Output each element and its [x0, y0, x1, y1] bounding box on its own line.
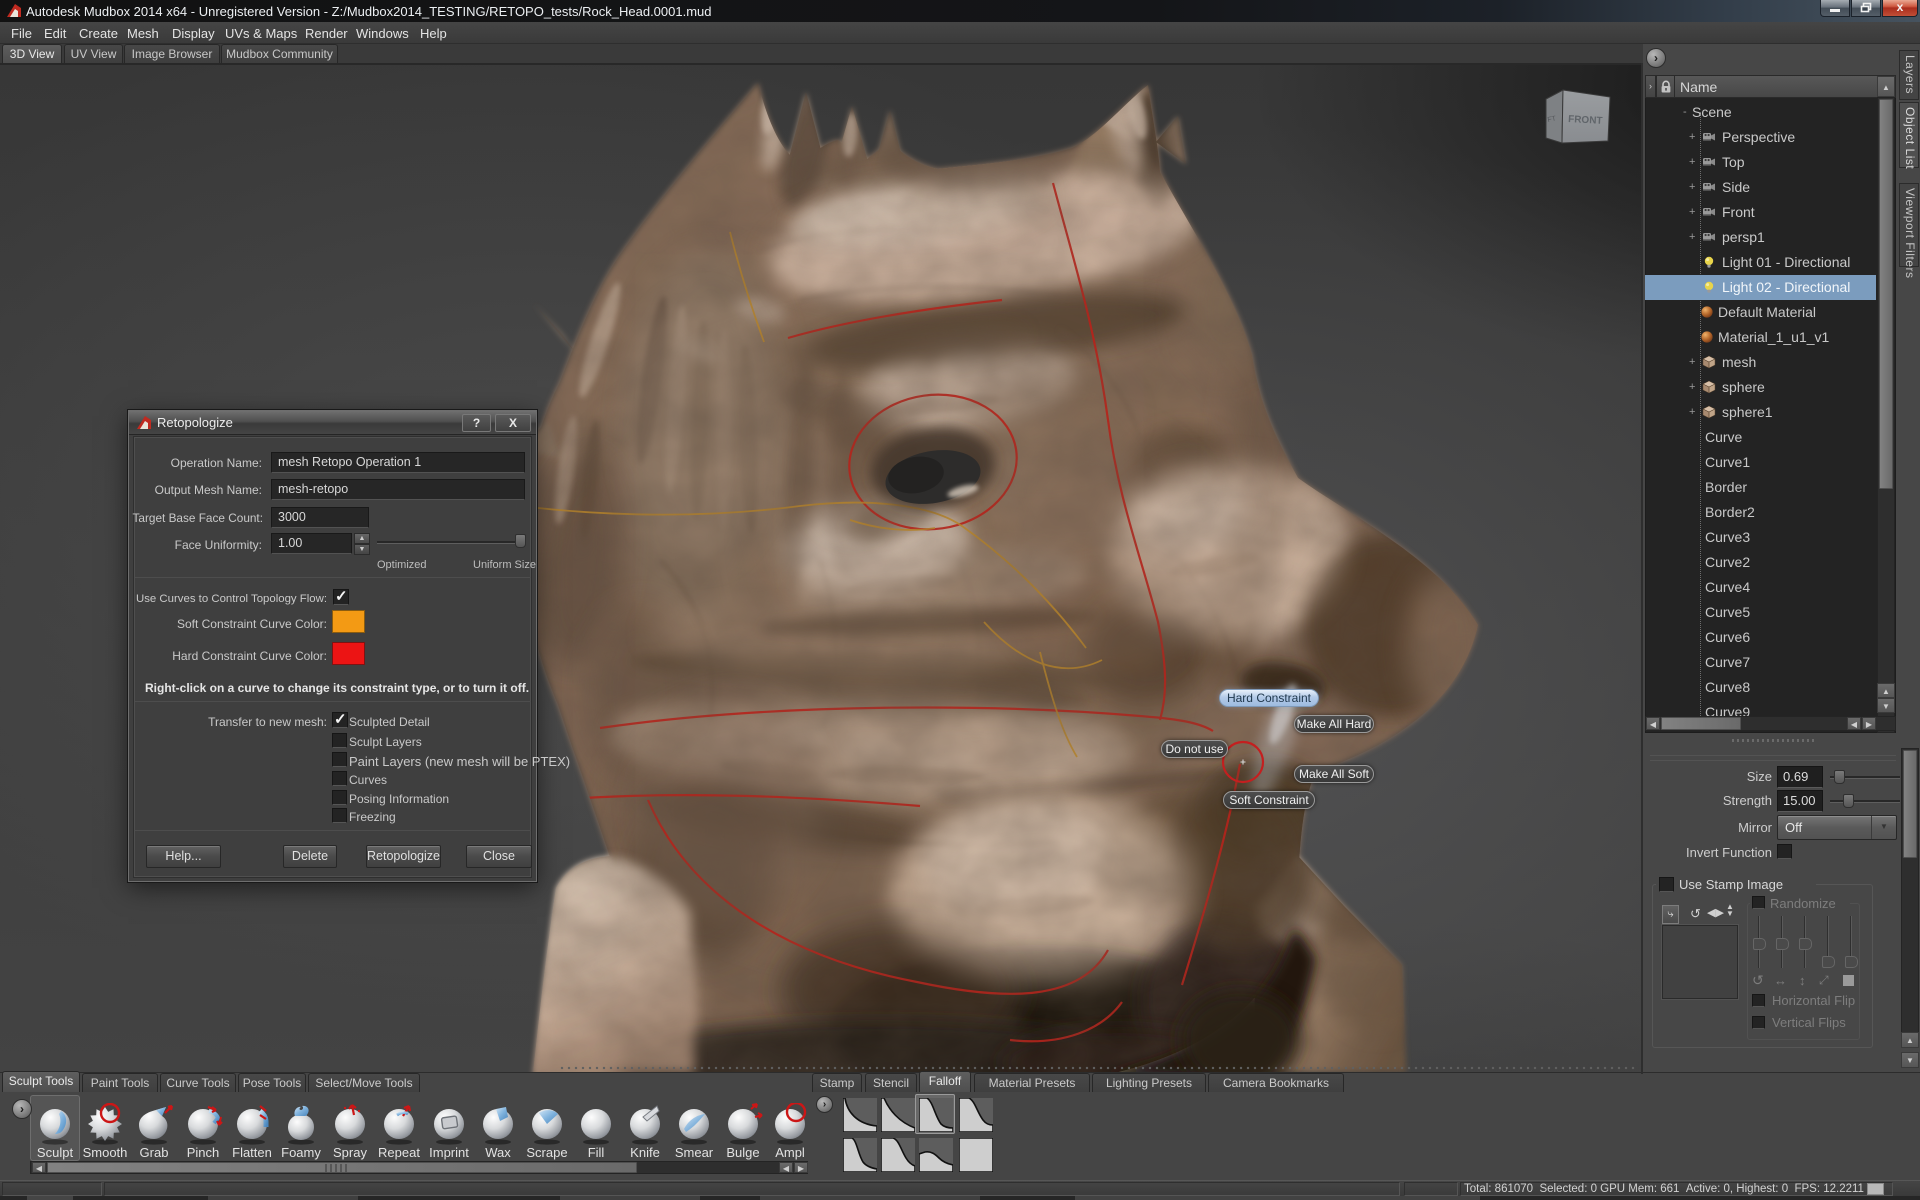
- svg-text:FRONT: FRONT: [1568, 114, 1603, 127]
